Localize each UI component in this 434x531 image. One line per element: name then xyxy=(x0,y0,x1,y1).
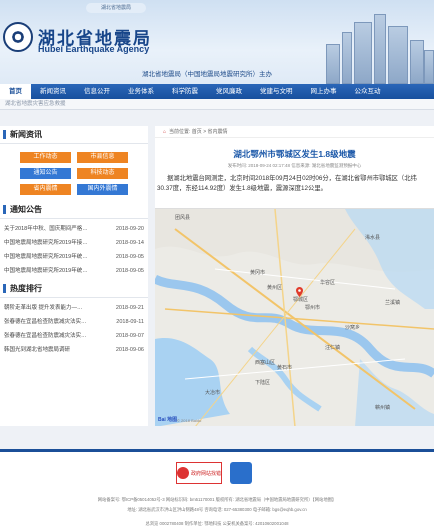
news-ticker[interactable]: 湖北省地震灾害应急救援 xyxy=(0,99,434,110)
svg-text:下陆区: 下陆区 xyxy=(255,379,270,386)
left-sidebar: 新闻资讯 工作动态 市县信息 通知公告 科技动态 省内震情 国内外震情 通知公告… xyxy=(0,126,148,426)
svg-text:沙窝乡: 沙窝乡 xyxy=(345,324,360,331)
svg-text:黄石市: 黄石市 xyxy=(277,364,292,371)
nav-home[interactable]: 首页 xyxy=(0,84,31,99)
svg-text:汪仁镇: 汪仁镇 xyxy=(325,344,340,351)
article-panel: ⌂ 当前位置: 首页 > 省内震情 湖北鄂州市鄂城区发生1.8级地震 发布时间: … xyxy=(155,126,434,426)
svg-text:浠水县: 浠水县 xyxy=(365,234,380,241)
site-footer: 政府网站找错 网站备案号: 鄂ICP备05014052号-3 网站标识码: bm… xyxy=(0,449,434,531)
svg-text:大冶市: 大冶市 xyxy=(205,389,220,396)
footer-line-2: 地址: 湖北省武汉市洪山区洪山侧路48号 咨询电话: 027-65380300 … xyxy=(127,507,307,512)
gov-site-error-badge[interactable]: 政府网站找错 xyxy=(176,462,222,484)
city-skyline-image xyxy=(324,6,434,84)
map-image: 团风县 黄冈市 黄州区 华容区 鄂城区 鄂州市 西塞山区 下陆区 黄石市 浠水县… xyxy=(155,209,434,426)
nav-online-service[interactable]: 网上办事 xyxy=(302,84,346,99)
notices-section-header: 通知公告 xyxy=(0,201,148,219)
nav-business[interactable]: 业务体系 xyxy=(119,84,163,99)
notices-list: 关于2018年中秋、国庆期间严格… 2018-09-20 中国地震局地震研究所20… xyxy=(0,219,148,280)
breadcrumb-text[interactable]: 当前位置: 首页 > 省内震情 xyxy=(169,129,227,135)
svg-text:团风县: 团风县 xyxy=(175,215,190,221)
national-emblem-icon xyxy=(177,467,189,479)
footer-badges: 政府网站找错 xyxy=(176,462,252,484)
svg-text:黄冈市: 黄冈市 xyxy=(250,269,265,276)
list-item[interactable]: 中国地震局地震研究所2019年统… 2018-09-05 xyxy=(4,264,144,278)
epicenter-marker-icon[interactable] xyxy=(296,287,303,297)
svg-text:鄂州市: 鄂州市 xyxy=(305,304,320,311)
page: 湖北省地震局 湖北省地震局 Hubei Earthquake Agency 湖北… xyxy=(0,0,434,531)
list-item[interactable]: 中国地震局地震研究所2019年统… 2018-09-05 xyxy=(4,250,144,264)
article-title: 湖北鄂州市鄂城区发生1.8级地震 xyxy=(233,149,356,159)
police-badge-icon[interactable] xyxy=(230,462,252,484)
list-item[interactable]: 关于2018年中秋、国庆期间严格… 2018-09-20 xyxy=(4,222,144,236)
agency-logo[interactable] xyxy=(3,22,33,52)
hot-section-header: 热度排行 xyxy=(0,280,148,298)
baidu-map-logo[interactable]: Bai 地图 xyxy=(158,416,177,423)
news-category-buttons: 工作动态 市县信息 通知公告 科技动态 省内震情 国内外震情 xyxy=(0,144,148,201)
bar-chart-icon xyxy=(3,205,6,214)
main-nav: 首页 新闻资讯 信息公开 业务体系 科学防震 党风廉政 党建与文明 网上办事 公… xyxy=(0,84,434,99)
site-header: 湖北省地震局 湖北省地震局 Hubei Earthquake Agency 湖北… xyxy=(0,0,434,84)
svg-text:蕲州镇: 蕲州镇 xyxy=(375,404,390,411)
notices-section-title: 通知公告 xyxy=(10,205,42,214)
hot-section-title: 热度排行 xyxy=(10,284,42,293)
global-quake-button[interactable]: 国内外震情 xyxy=(77,184,128,195)
hot-list: 朝阶走革出版 提升发表能力—… 2018-09-21 张春德在宜昌检查防震减灾法实… xyxy=(0,298,148,359)
svg-text:西塞山区: 西塞山区 xyxy=(255,359,275,366)
news-section-title: 新闻资讯 xyxy=(10,130,42,139)
earthquake-map[interactable]: 团风县 黄冈市 黄州区 华容区 鄂城区 鄂州市 西塞山区 下陆区 黄石市 浠水县… xyxy=(155,208,434,426)
nav-interaction[interactable]: 公众互动 xyxy=(346,84,390,99)
tech-news-button[interactable]: 科技动态 xyxy=(77,168,128,179)
svg-text:鄂城区: 鄂城区 xyxy=(293,296,308,303)
section-marker-icon xyxy=(3,130,6,139)
list-item[interactable]: 张春德在宜昌检查防震减灾法实… 2018-09-07 xyxy=(4,329,144,343)
nav-party[interactable]: 党建与文明 xyxy=(251,84,302,99)
map-copyright: © 2018 Baidu xyxy=(177,418,202,423)
svg-text:黄州区: 黄州区 xyxy=(267,284,282,291)
svg-text:兰溪镇: 兰溪镇 xyxy=(385,299,400,306)
nav-science[interactable]: 科学防震 xyxy=(163,84,207,99)
home-icon[interactable]: ⌂ xyxy=(163,129,166,135)
breadcrumb: ⌂ 当前位置: 首页 > 省内震情 xyxy=(155,126,434,138)
svg-text:华容区: 华容区 xyxy=(320,279,335,286)
footer-line-3: 总浏览 0002780408 制作单位: 鄂地科技 公安机关备案号: 42010… xyxy=(145,521,289,526)
top-note: 湖北省地震局 xyxy=(86,3,146,13)
work-news-button[interactable]: 工作动态 xyxy=(20,152,71,163)
news-section-header: 新闻资讯 xyxy=(0,126,148,144)
list-item[interactable]: 朝阶走革出版 提升发表能力—… 2018-09-21 xyxy=(4,301,144,315)
county-news-button[interactable]: 市县信息 xyxy=(77,152,128,163)
site-subtitle: 湖北省地震局（中国地震局地震研究所）主办 xyxy=(142,71,272,78)
nav-integrity[interactable]: 党风廉政 xyxy=(207,84,251,99)
ranking-icon xyxy=(3,284,6,293)
nav-news[interactable]: 新闻资讯 xyxy=(31,84,75,99)
article-body: 据湖北地震台网测定，北京时间2018年09月24日02时06分，在湖北省鄂州市鄂… xyxy=(157,175,417,192)
footer-line-1: 网站备案号: 鄂ICP备05014052号-3 网站标识码: bm5117000… xyxy=(97,497,337,502)
list-item[interactable]: 张春德在宜昌检查防震减灾法实… 2018-09-11 xyxy=(4,315,144,329)
list-item[interactable]: 韩国光到湖北省地震局调研 2018-09-06 xyxy=(4,343,144,357)
notices-button[interactable]: 通知公告 xyxy=(20,168,71,179)
province-quake-button[interactable]: 省内震情 xyxy=(20,184,71,195)
site-title-en: Hubei Earthquake Agency xyxy=(38,44,150,54)
list-item[interactable]: 中国地震局地震研究所2019年接… 2018-09-14 xyxy=(4,236,144,250)
nav-info-public[interactable]: 信息公开 xyxy=(75,84,119,99)
